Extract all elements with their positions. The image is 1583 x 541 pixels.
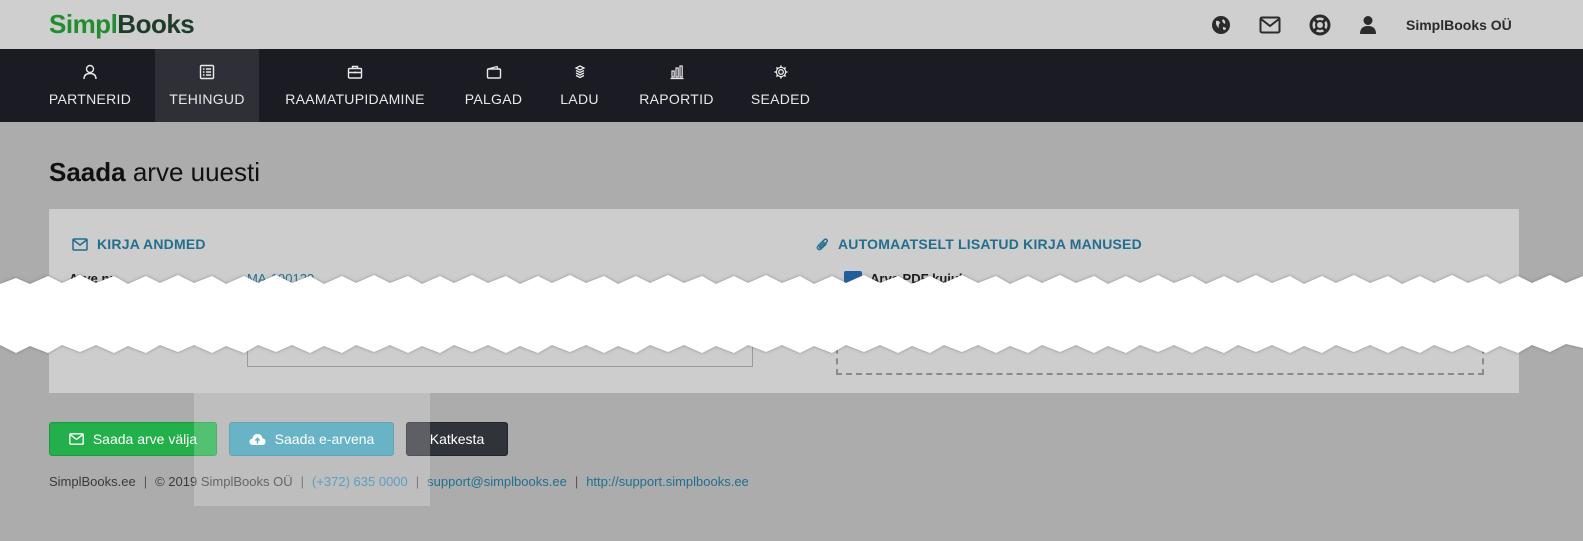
company-name[interactable]: SimplBooks OÜ — [1406, 17, 1512, 33]
user-outline-icon — [82, 64, 98, 80]
bar-chart-icon — [669, 64, 685, 80]
boxes-icon — [572, 64, 588, 80]
nav-item-raportid[interactable]: RAPORTID — [639, 49, 714, 122]
footer-separator: | — [415, 474, 420, 489]
cancel-button[interactable]: Katkesta — [406, 422, 508, 456]
document-list-icon — [199, 64, 215, 80]
nav-label: PARTNERID — [48, 91, 132, 107]
envelope-icon[interactable] — [1259, 14, 1281, 36]
cloud-upload-icon — [249, 433, 266, 445]
nav-label: SEADED — [750, 91, 811, 107]
page-title-bold: Saada — [49, 157, 126, 187]
logo-part-1: Simpl — [49, 9, 118, 39]
page-title-rest: arve uuesti — [125, 157, 261, 187]
nav-item-partnerid[interactable]: PARTNERID — [49, 49, 131, 122]
nav-item-seaded[interactable]: SEADED — [750, 49, 811, 122]
nav-label: RAAMATUPIDAMINE — [285, 91, 425, 107]
cancel-label: Katkesta — [429, 431, 485, 447]
nav-label: PALGAD — [464, 91, 523, 107]
globe-icon[interactable] — [1210, 14, 1232, 36]
section-letter-data: KIRJA ANDMED — [72, 236, 206, 252]
section-auto-attachments: AUTOMAATSELT LISATUD KIRJA MANUSED — [816, 236, 1142, 252]
nav-item-ladu[interactable]: LADU — [559, 49, 600, 122]
footer-separator: | — [574, 474, 579, 489]
nav-item-tehingud[interactable]: TEHINGUD — [155, 49, 259, 122]
logo[interactable]: SimplBooks — [49, 9, 195, 40]
envelope-icon — [68, 433, 84, 445]
wallet-icon — [486, 64, 502, 80]
send-einvoice-button[interactable]: Saada e-arvena — [229, 422, 394, 456]
nav-label: LADU — [560, 91, 599, 107]
logo-part-2: Books — [117, 9, 195, 39]
footer-email-link[interactable]: support@simplbooks.ee — [427, 474, 567, 489]
briefcase-icon — [347, 64, 363, 80]
footer-separator: | — [143, 474, 148, 489]
footer-phone-link[interactable]: (+372) 635 0000 — [312, 474, 408, 489]
footer-support-link[interactable]: http://support.simplbooks.ee — [586, 474, 749, 489]
user-icon[interactable] — [1357, 14, 1379, 36]
nav-item-raamatupidamine[interactable]: RAAMATUPIDAMINE — [284, 49, 426, 122]
torn-edge-overlay — [0, 275, 1583, 353]
nav-label: TEHINGUD — [169, 91, 245, 107]
footer-copyright: © 2019 SimplBooks OÜ — [155, 474, 293, 489]
send-einvoice-label: Saada e-arvena — [274, 431, 375, 447]
envelope-icon — [72, 237, 88, 251]
paperclip-icon — [816, 237, 828, 250]
nav-label: RAPORTID — [639, 91, 714, 107]
lifebuoy-icon[interactable] — [1309, 14, 1331, 36]
main-nav: PARTNERID TEHINGUD RAAMATUPIDAMINE PALGA… — [0, 49, 1583, 122]
top-bar: SimplBooks SimplBooks OÜ — [0, 0, 1583, 49]
section-letter-title: KIRJA ANDMED — [97, 236, 206, 252]
send-invoice-label: Saada arve välja — [92, 431, 198, 447]
footer-separator: | — [300, 474, 304, 489]
footer-site: SimplBooks.ee — [49, 474, 136, 489]
page-title: Saada arve uuesti — [49, 157, 260, 188]
footer: SimplBooks.ee | © 2019 SimplBooks OÜ | (+372… — [49, 474, 749, 489]
send-invoice-button[interactable]: Saada arve välja — [49, 422, 217, 456]
section-attachments-title: AUTOMAATSELT LISATUD KIRJA MANUSED — [838, 236, 1142, 252]
nav-item-palgad[interactable]: PALGAD — [465, 49, 522, 122]
gear-icon — [773, 64, 789, 80]
